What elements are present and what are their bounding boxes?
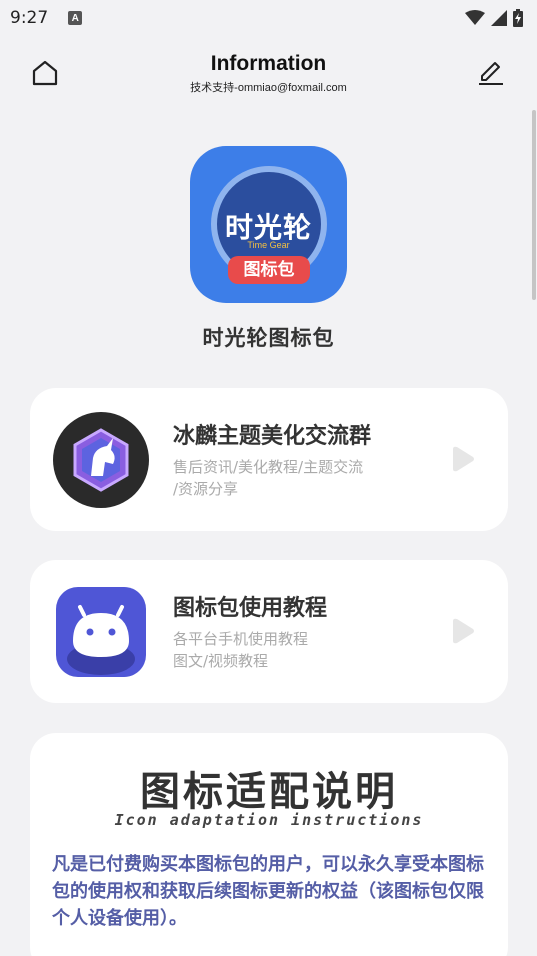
scrollbar[interactable]: [532, 110, 536, 300]
status-icons: [465, 9, 523, 27]
status-time: 9:27: [10, 8, 49, 28]
signal-icon: [491, 10, 507, 26]
unicorn-icon: [53, 412, 149, 508]
app-icon-badge: 图标包: [228, 256, 310, 284]
card-description: 售后资讯/美化教程/主题交流 /资源分享: [173, 456, 423, 500]
card-desc-line: 图文/视频教程: [173, 652, 269, 670]
app-icon-subtext: Time Gear: [247, 240, 290, 250]
card-desc-line: 各平台手机使用教程: [173, 630, 309, 648]
card-title: 图标包使用教程: [173, 596, 328, 621]
page-subtitle: 技术支持-ommiao@foxmail.com: [190, 82, 347, 94]
card-desc-line: 售后资讯/美化教程/主题交流: [173, 458, 364, 476]
adaptation-notice-card: 图标适配说明 Icon adaptation instructions 凡是已付…: [30, 733, 508, 956]
tutorial-card[interactable]: 图标包使用教程 各平台手机使用教程 图文/视频教程: [30, 560, 508, 703]
battery-icon: [513, 9, 523, 27]
app-name: 时光轮图标包: [202, 326, 335, 350]
app-icon: 时光轮 Time Gear 图标包: [190, 146, 347, 303]
card-description: 各平台手机使用教程 图文/视频教程: [173, 628, 423, 672]
notice-subtitle: Icon adaptation instructions: [114, 811, 424, 829]
play-arrow-icon: [453, 446, 474, 472]
android-icon: [56, 587, 146, 677]
play-arrow-icon: [453, 618, 474, 644]
wifi-icon: [465, 10, 485, 25]
header: Information 技术支持-ommiao@foxmail.com: [0, 44, 537, 104]
notification-icon: A: [68, 11, 83, 25]
card-desc-line: /资源分享: [173, 480, 239, 498]
card-title: 冰麟主题美化交流群: [173, 424, 372, 449]
notice-body: 凡是已付费购买本图标包的用户，可以永久享受本图标包的使用权和获取后续图标更新的权…: [52, 854, 484, 929]
edit-icon[interactable]: [476, 58, 506, 88]
status-bar: 9:27 A: [0, 0, 537, 36]
notice-title: 图标适配说明: [140, 769, 398, 815]
community-group-card[interactable]: 冰麟主题美化交流群 售后资讯/美化教程/主题交流 /资源分享: [30, 388, 508, 531]
page-title: Information: [210, 52, 327, 75]
